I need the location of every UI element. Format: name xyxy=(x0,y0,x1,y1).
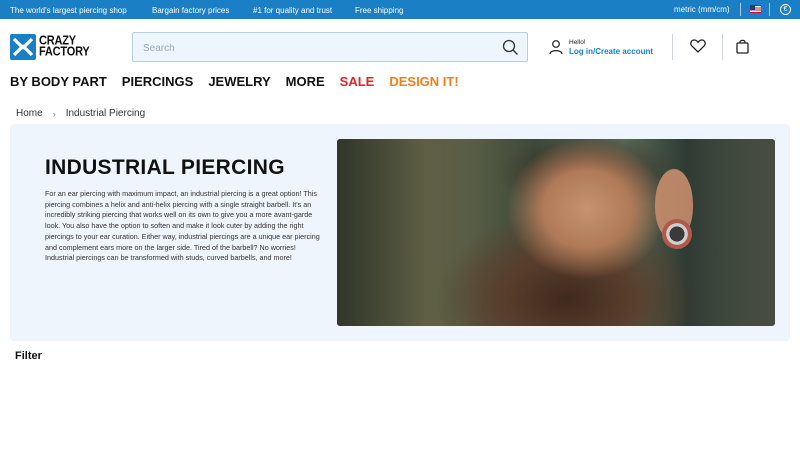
account-link[interactable]: Hello! Log in/Create account xyxy=(549,38,659,58)
promo-bar: The world's largest piercing shop Bargai… xyxy=(0,0,800,19)
bag-icon[interactable] xyxy=(736,39,749,59)
login-link[interactable]: Log in/Create account xyxy=(569,47,653,56)
search-icon[interactable] xyxy=(502,39,519,61)
promo-text: #1 for quality and trust xyxy=(253,6,333,15)
logo-mark-icon xyxy=(10,33,36,60)
unit-selector[interactable]: metric (mm/cm) xyxy=(674,5,730,14)
search-input[interactable] xyxy=(143,40,483,56)
heart-icon[interactable] xyxy=(690,39,706,58)
account-greeting: Hello! xyxy=(569,39,586,46)
category-description: For an ear piercing with maximum impact,… xyxy=(45,189,320,263)
promo-text: The world's largest piercing shop xyxy=(10,6,127,15)
filter-heading[interactable]: Filter xyxy=(15,350,42,362)
logo[interactable]: CRAZY FACTORY xyxy=(10,33,90,60)
search-box xyxy=(132,32,528,62)
nav-item-more[interactable]: MORE xyxy=(286,74,325,90)
nav-item-sale[interactable]: SALE xyxy=(340,74,375,90)
breadcrumb-current: Industrial Piercing xyxy=(65,108,146,119)
image-vignette xyxy=(337,139,775,326)
page-title: INDUSTRIAL PIERCING xyxy=(45,156,285,179)
chevron-right-icon: › xyxy=(52,108,56,119)
category-hero: INDUSTRIAL PIERCING For an ear piercing … xyxy=(10,124,790,341)
nav-item-design-it[interactable]: DESIGN IT! xyxy=(389,74,458,90)
nav-item-piercings[interactable]: PIERCINGS xyxy=(122,74,194,90)
nav-item-jewelry[interactable]: JEWELRY xyxy=(208,74,270,90)
logo-wordmark: CRAZY FACTORY xyxy=(39,34,90,59)
main-nav: BY BODY PART PIERCINGS JEWELRY MORE SALE… xyxy=(10,74,474,90)
divider xyxy=(740,3,741,16)
euro-icon[interactable]: € xyxy=(780,4,791,15)
divider xyxy=(769,3,770,16)
user-icon xyxy=(549,39,563,60)
hero-image xyxy=(337,139,775,326)
promo-text: Bargain factory prices xyxy=(152,6,230,15)
promo-text: Free shipping xyxy=(355,6,404,15)
divider xyxy=(672,34,673,60)
logo-line: FACTORY xyxy=(39,44,90,59)
nav-item-by-body-part[interactable]: BY BODY PART xyxy=(10,74,107,90)
breadcrumb-home[interactable]: Home xyxy=(16,108,43,119)
us-flag-icon[interactable] xyxy=(750,5,761,13)
breadcrumb: Home › Industrial Piercing xyxy=(16,108,145,119)
divider xyxy=(722,34,723,60)
